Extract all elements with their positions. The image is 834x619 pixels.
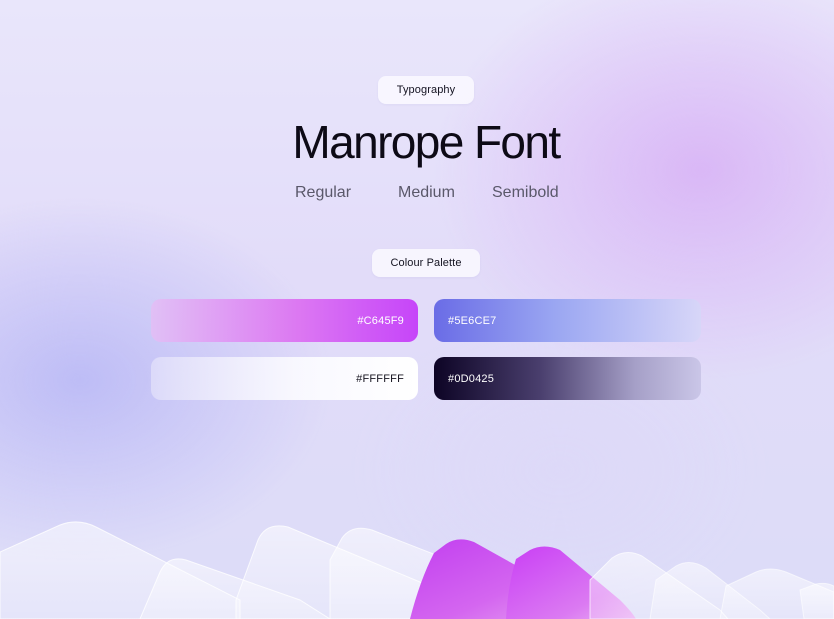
- glass-card-far-right: [719, 568, 834, 619]
- decorative-glass-shapes: [0, 521, 834, 619]
